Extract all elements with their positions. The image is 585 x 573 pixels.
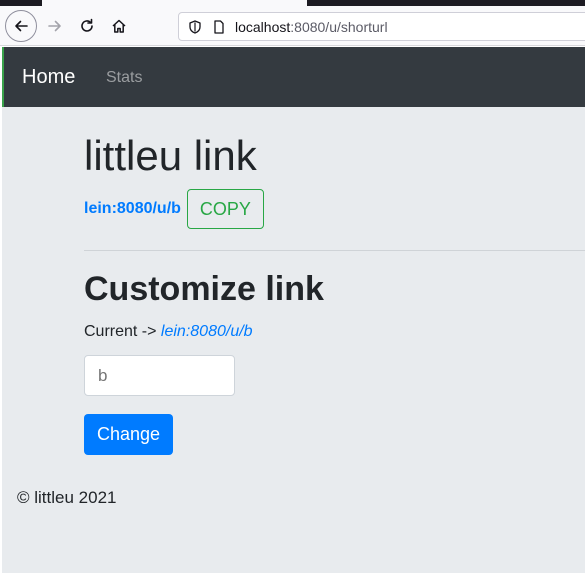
navbar-link-stats[interactable]: Stats bbox=[106, 69, 142, 87]
back-button[interactable] bbox=[5, 10, 37, 42]
forward-button[interactable] bbox=[39, 10, 71, 42]
url-host: localhost bbox=[235, 18, 291, 35]
home-icon bbox=[112, 19, 126, 33]
current-prefix: Current -> bbox=[84, 323, 161, 340]
navbar-brand-home[interactable]: Home bbox=[22, 66, 75, 89]
footer-copyright: © littleu 2021 bbox=[17, 488, 117, 507]
home-button[interactable] bbox=[103, 10, 135, 42]
copy-button[interactable]: COPY bbox=[186, 189, 264, 229]
shield-icon[interactable] bbox=[187, 19, 203, 35]
change-button[interactable]: Change bbox=[84, 414, 173, 455]
page-icon[interactable] bbox=[211, 19, 227, 35]
url-path: :8080/u/shorturl bbox=[290, 18, 388, 35]
short-link[interactable]: lein:8080/u/b bbox=[84, 200, 181, 218]
site-navbar: Home Stats bbox=[2, 47, 585, 107]
arrow-right-icon bbox=[48, 20, 61, 32]
url-text[interactable]: localhost:8080/u/shorturl bbox=[235, 19, 388, 35]
address-bar[interactable]: localhost:8080/u/shorturl bbox=[178, 12, 585, 41]
customize-heading: Customize link bbox=[84, 270, 324, 308]
current-link[interactable]: lein:8080/u/b bbox=[161, 323, 253, 340]
current-link-line: Current -> lein:8080/u/b bbox=[84, 323, 253, 341]
divider bbox=[84, 250, 585, 251]
arrow-left-icon bbox=[15, 20, 28, 32]
short-link-row: lein:8080/u/b COPY bbox=[84, 189, 585, 229]
reload-button[interactable] bbox=[71, 10, 103, 42]
link-card: littleu link lein:8080/u/b COPY bbox=[84, 130, 585, 229]
reload-icon bbox=[81, 18, 93, 32]
custom-slug-input[interactable] bbox=[84, 355, 235, 396]
browser-toolbar: localhost:8080/u/shorturl bbox=[0, 6, 585, 46]
page-title: littleu link bbox=[84, 132, 257, 179]
